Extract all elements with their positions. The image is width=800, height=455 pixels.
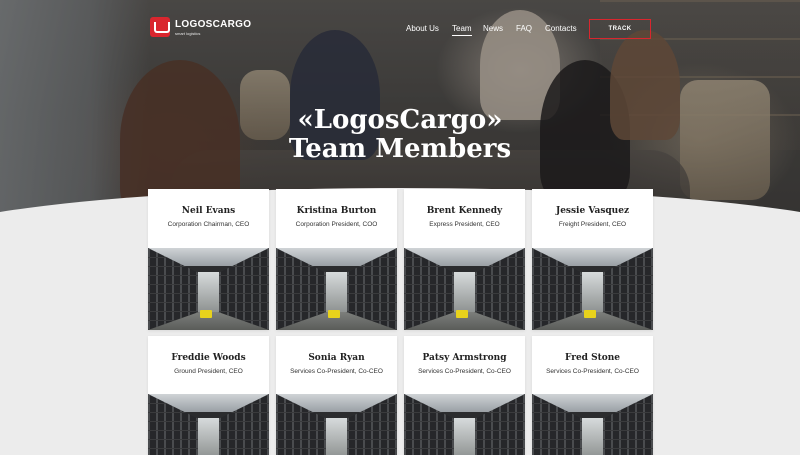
member-photo [404, 394, 525, 455]
member-role: Services Co-President, Co-CEO [290, 368, 383, 375]
member-name: Freddie Woods [171, 353, 246, 363]
member-role: Freight President, CEO [558, 221, 627, 228]
page-title: «LogosCargo» Team Members [0, 106, 800, 164]
member-name: Neil Evans [181, 206, 236, 216]
page-title-line2: Team Members [288, 134, 512, 164]
member-role: Ground President, CEO [174, 368, 243, 375]
member-photo [276, 394, 397, 455]
member-photo [532, 394, 653, 455]
team-card[interactable]: Patsy Armstrong Services Co-President, C… [404, 336, 525, 455]
member-name: Kristina Burton [296, 206, 377, 216]
team-card[interactable]: Brent Kennedy Express President, CEO [404, 189, 525, 330]
nav-item-contacts[interactable]: Contacts [545, 24, 577, 33]
member-role: Express President, CEO [429, 221, 500, 228]
member-photo [148, 394, 269, 455]
member-name: Jessie Vasquez [555, 206, 630, 216]
member-photo [148, 248, 269, 330]
team-card[interactable]: Fred Stone Services Co-President, Co-CEO [532, 336, 653, 455]
team-card[interactable]: Neil Evans Corporation Chairman, CEO [148, 189, 269, 330]
nav-item-about-us[interactable]: About Us [406, 24, 439, 33]
team-card[interactable]: Sonia Ryan Services Co-President, Co-CEO [276, 336, 397, 455]
member-role: Corporation President, COO [295, 221, 378, 228]
team-card[interactable]: Kristina Burton Corporation President, C… [276, 189, 397, 330]
member-role: Services Co-President, Co-CEO [418, 368, 511, 375]
nav-item-news[interactable]: News [483, 24, 503, 33]
member-name: Fred Stone [564, 353, 621, 363]
hero-curve [0, 188, 800, 250]
main-nav: About Us Team News FAQ Contacts [0, 24, 800, 36]
member-photo [276, 248, 397, 330]
member-name: Brent Kennedy [426, 206, 503, 216]
member-name: Patsy Armstrong [422, 353, 507, 363]
member-photo [404, 248, 525, 330]
nav-item-team[interactable]: Team [452, 24, 472, 36]
nav-item-faq[interactable]: FAQ [516, 24, 532, 33]
member-role: Services Co-President, Co-CEO [546, 368, 639, 375]
team-card[interactable]: Jessie Vasquez Freight President, CEO [532, 189, 653, 330]
member-photo [532, 248, 653, 330]
member-name: Sonia Ryan [308, 353, 365, 363]
page-title-line1: «LogosCargo» [297, 105, 503, 135]
team-card[interactable]: Freddie Woods Ground President, CEO [148, 336, 269, 455]
track-button[interactable]: TRACK [589, 19, 651, 39]
member-role: Corporation Chairman, CEO [167, 221, 250, 228]
